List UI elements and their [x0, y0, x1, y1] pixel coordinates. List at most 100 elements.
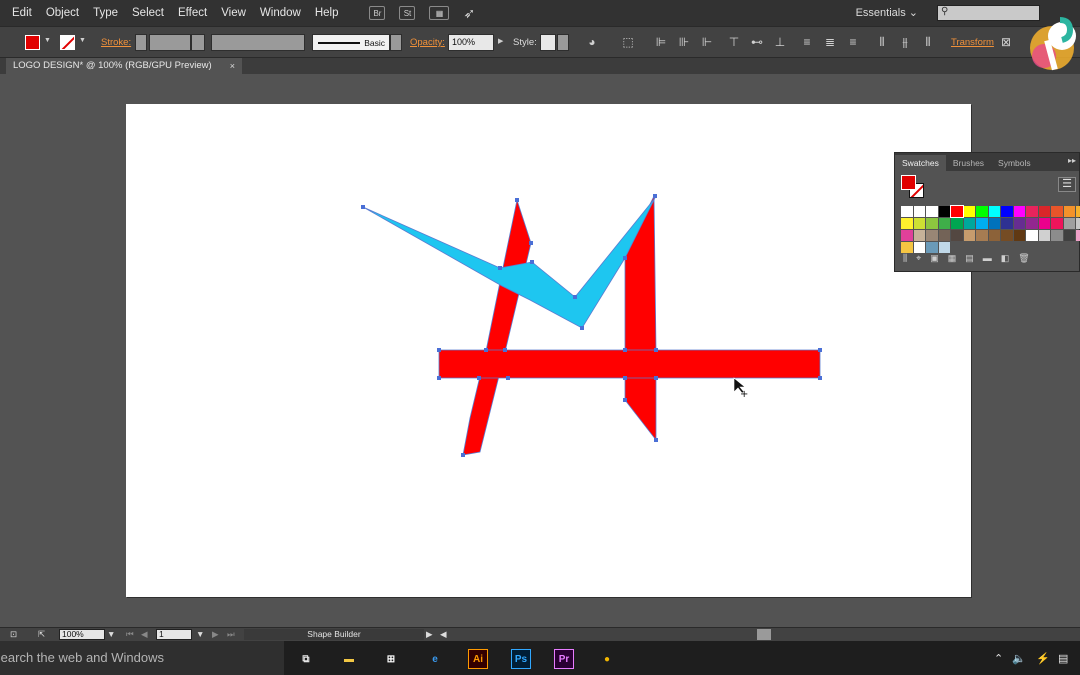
swatch[interactable] — [1063, 206, 1075, 217]
show-swatch-kinds-icon[interactable]: ⌖ — [916, 253, 921, 267]
swatch[interactable] — [1038, 218, 1050, 229]
zoom-dropdown-icon[interactable]: ▼ — [107, 629, 115, 640]
last-artboard-icon[interactable]: ⏭ — [227, 629, 235, 640]
swatch-libraries-icon[interactable]: ⫼ — [903, 253, 907, 267]
red-horizontal-bar[interactable] — [438, 349, 821, 379]
previous-artboard-icon[interactable]: ◀ — [141, 629, 148, 640]
new-group-folder-icon[interactable]: ▬ — [983, 253, 992, 267]
zoom-icon[interactable]: ⊡ — [10, 629, 17, 640]
logo-artwork[interactable] — [361, 194, 822, 457]
swatch[interactable] — [963, 206, 975, 217]
next-artboard-icon[interactable]: ▶ — [212, 629, 219, 640]
swatch[interactable] — [951, 230, 963, 241]
swatch[interactable] — [926, 206, 938, 217]
shape-builder-cursor-icon: + — [733, 377, 748, 400]
scroll-left-icon[interactable]: ◀ — [440, 629, 447, 640]
premiere-icon[interactable]: Pr — [554, 649, 574, 669]
swatch[interactable] — [938, 218, 950, 229]
swatch[interactable] — [1076, 206, 1080, 217]
zoom-field[interactable]: 100% — [59, 629, 105, 640]
panel-tabs: Swatches Brushes Symbols ▸▸ — [895, 153, 1079, 171]
swatch[interactable] — [1076, 218, 1080, 229]
swatch[interactable] — [1013, 206, 1025, 217]
swatch[interactable] — [913, 230, 925, 241]
artboard-number-field[interactable]: 1 — [156, 629, 192, 640]
swatch[interactable] — [901, 242, 913, 253]
task-view-icon[interactable]: ⧉ — [296, 649, 316, 669]
swatch[interactable] — [1001, 206, 1013, 217]
new-color-group-icon[interactable]: ▦ — [948, 253, 957, 267]
swatch[interactable] — [976, 230, 988, 241]
horizontal-scrollbar-thumb[interactable] — [757, 629, 771, 640]
delete-swatch-icon[interactable]: 🗑 — [1018, 253, 1029, 267]
status-menu-icon[interactable]: ▶ — [426, 629, 433, 640]
swatch[interactable] — [1063, 218, 1075, 229]
swatch[interactable] — [1013, 218, 1025, 229]
chrome-icon[interactable]: ● — [597, 649, 617, 669]
edit-colors-icon[interactable]: ▤ — [965, 253, 974, 267]
swatch[interactable] — [1051, 218, 1063, 229]
fill-red-swatch[interactable] — [901, 175, 916, 190]
swatch[interactable] — [901, 230, 913, 241]
swatch[interactable] — [938, 206, 950, 217]
swatch[interactable] — [901, 218, 913, 229]
swatch[interactable] — [1026, 206, 1038, 217]
swatch[interactable] — [926, 242, 938, 253]
swatch[interactable] — [1051, 206, 1063, 217]
photoshop-icon[interactable]: Ps — [511, 649, 531, 669]
swatch[interactable] — [951, 218, 963, 229]
first-artboard-icon[interactable]: ⏮ — [126, 629, 134, 640]
swatch[interactable] — [950, 205, 964, 218]
channel-logo — [1030, 17, 1076, 71]
windows-taskbar: Search the web and Windows ⧉ ▬ ⊞ e Ai Ps Pr ● ⌃… — [0, 641, 1080, 675]
swatch-options-icon[interactable]: ▣ — [930, 253, 939, 267]
panel-menu-icon[interactable]: ▸▸ — [1068, 156, 1076, 165]
swatch[interactable] — [913, 218, 925, 229]
swatch[interactable] — [1026, 218, 1038, 229]
swatch[interactable] — [1013, 230, 1025, 241]
swatch[interactable] — [963, 230, 975, 241]
swatch[interactable] — [1051, 230, 1063, 241]
action-center-icon[interactable]: ▤ — [1058, 652, 1068, 665]
artboard-dropdown-icon[interactable]: ▼ — [196, 629, 204, 640]
swatch[interactable] — [976, 206, 988, 217]
show-hidden-icons-icon[interactable]: ⌃ — [994, 652, 1003, 665]
swatch[interactable] — [901, 206, 913, 217]
artwork-canvas: + — [361, 194, 822, 457]
swatch[interactable] — [1038, 206, 1050, 217]
swatch[interactable] — [913, 242, 925, 253]
swatch[interactable] — [963, 218, 975, 229]
network-icon[interactable]: ⚡ — [1036, 652, 1050, 665]
swatch[interactable] — [926, 230, 938, 241]
swatch[interactable] — [988, 206, 1000, 217]
swatch[interactable] — [938, 242, 950, 253]
swatch[interactable] — [938, 230, 950, 241]
tab-brushes[interactable]: Brushes — [946, 155, 991, 171]
edge-icon[interactable]: e — [425, 649, 445, 669]
swatch[interactable] — [1001, 218, 1013, 229]
fill-stroke-indicator[interactable] — [901, 175, 925, 199]
swatch[interactable] — [1076, 230, 1080, 241]
illustrator-icon[interactable]: Ai — [468, 649, 488, 669]
rotate-view-icon[interactable]: ⇱ — [38, 629, 45, 640]
volume-icon[interactable]: 🔈 — [1012, 652, 1026, 665]
store-icon[interactable]: ⊞ — [381, 649, 401, 669]
swatch[interactable] — [913, 206, 925, 217]
swatch[interactable] — [1063, 230, 1075, 241]
list-view-icon[interactable]: ☰ — [1058, 177, 1076, 192]
swatch[interactable] — [1038, 230, 1050, 241]
tab-swatches[interactable]: Swatches — [895, 155, 946, 171]
panel-footer: ⫼ ⌖ ▣ ▦ ▤ ▬ ◧ 🗑 — [895, 253, 1080, 267]
swatch[interactable] — [976, 218, 988, 229]
file-explorer-icon[interactable]: ▬ — [339, 649, 359, 669]
red-left-stroke[interactable] — [462, 198, 532, 456]
swatch[interactable] — [1001, 230, 1013, 241]
swatch[interactable] — [988, 230, 1000, 241]
tab-symbols[interactable]: Symbols — [991, 155, 1038, 171]
taskbar-search-input[interactable]: Search the web and Windows — [0, 641, 284, 675]
new-swatch-icon[interactable]: ◧ — [1001, 253, 1010, 267]
swatch[interactable] — [926, 218, 938, 229]
swatch[interactable] — [988, 218, 1000, 229]
current-tool-indicator[interactable]: Shape Builder — [244, 629, 424, 640]
swatch[interactable] — [1026, 230, 1038, 241]
